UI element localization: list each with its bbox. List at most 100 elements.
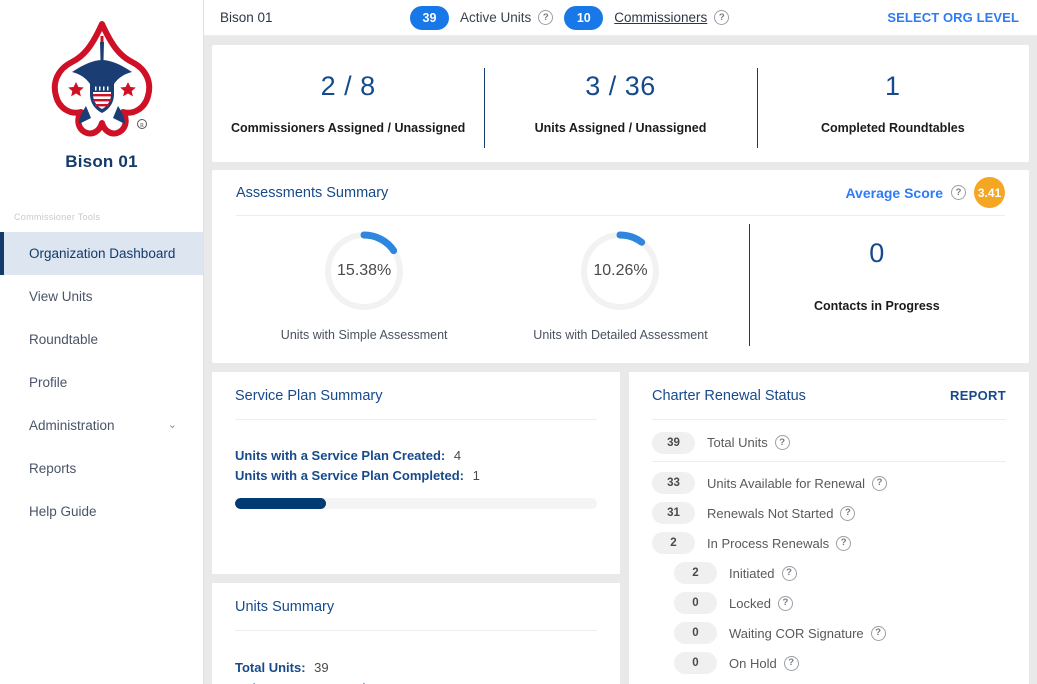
stats-summary-card: 2 / 8 Commissioners Assigned / Unassigne… (212, 45, 1029, 162)
charter-renewal-header: Charter Renewal Status REPORT (652, 372, 1006, 420)
help-icon[interactable]: ? (840, 505, 856, 521)
stat-value: 3 / 36 (585, 70, 656, 101)
count-badge: 0 (674, 592, 717, 614)
contacts-value: 0 (869, 238, 885, 268)
charter-row-label-group: Waiting COR Signature ? (729, 625, 886, 641)
charter-row-label-group: Total Units ? (707, 435, 790, 450)
charter-row-label: Units Available for Renewal (707, 475, 866, 491)
units-total-value: 39 (314, 660, 329, 675)
topbar: Bison 01 39 Active Units ? 10 Commission… (204, 0, 1037, 36)
count-badge: 39 (652, 431, 695, 454)
sidebar-item-label: Profile (29, 375, 68, 390)
assessments-header: Assessments Summary Average Score ? 3.41 (236, 170, 1005, 216)
help-icon[interactable]: ? (951, 185, 966, 200)
sidebar-item-view-units[interactable]: View Units (0, 275, 203, 318)
count-badge: 0 (674, 622, 717, 644)
sidebar: R Bison 01 Commissioner Tools Organizati… (0, 0, 204, 684)
commissioners-link[interactable]: Commissioners (614, 10, 707, 25)
donut-value: 15.38% (337, 262, 392, 279)
stat-units-assigned: 3 / 36 Units Assigned / Unassigned (484, 66, 756, 148)
charter-row-label: Locked (729, 595, 771, 611)
commissioners-count-badge[interactable]: 10 (564, 5, 604, 30)
assessments-body: 15.38% Units with Simple Assessment 10.2… (236, 216, 1005, 346)
help-icon[interactable]: ? (777, 595, 793, 611)
left-column: Service Plan Summary Units with a Servic… (212, 372, 620, 684)
help-icon[interactable]: ? (836, 535, 852, 551)
units-total-row: Total Units: 39 (235, 657, 597, 678)
charter-row-on-hold: 0 On Hold ? (652, 648, 1006, 678)
charter-row-label: On Hold (729, 655, 777, 671)
sidebar-item-label: Roundtable (29, 332, 99, 347)
charter-row-label-group: Locked ? (729, 595, 793, 611)
donut-simple-assessment: 15.38% Units with Simple Assessment (236, 228, 492, 342)
stat-caption: Commissioners Assigned / Unassigned (231, 121, 466, 136)
active-units-count-badge[interactable]: 39 (410, 5, 449, 30)
count-badge: 2 (652, 532, 695, 554)
service-plan-header: Service Plan Summary (235, 372, 597, 420)
units-summary-lines: Total Units: 39 Units NOT Contacted: 33 (235, 631, 597, 684)
charter-row-label-group: Renewals Not Started ? (707, 505, 856, 521)
stat-caption: Units Assigned / Unassigned (534, 121, 707, 136)
help-icon[interactable]: ? (714, 10, 730, 25)
help-icon[interactable]: ? (783, 655, 799, 671)
service-plan-progress-fill (235, 498, 326, 509)
charter-row-initiated: 2 Initiated ? (652, 558, 1006, 588)
units-summary-panel: Units Summary Total Units: 39 Units NOT … (212, 583, 620, 684)
sidebar-item-organization-dashboard[interactable]: Organization Dashboard (0, 232, 203, 275)
charter-row-units-available-for-renewal: 33 Units Available for Renewal ? (652, 468, 1006, 498)
right-column: Charter Renewal Status REPORT 39 Total U… (629, 372, 1029, 684)
charter-row-label: Renewals Not Started (707, 505, 834, 521)
sidebar-item-help-guide[interactable]: Help Guide (0, 490, 203, 533)
service-plan-completed-value: 1 (472, 468, 480, 483)
charter-renewal-status-panel: Charter Renewal Status REPORT 39 Total U… (629, 372, 1029, 684)
units-not-contacted-row: Units NOT Contacted: 33 (235, 678, 597, 684)
average-score-badge: 3.41 (974, 177, 1005, 208)
report-button[interactable]: REPORT (950, 388, 1006, 403)
count-badge: 31 (652, 502, 695, 524)
chevron-down-icon: ⌄ (167, 418, 177, 431)
contacts-caption: Contacts in Progress (813, 299, 940, 313)
sidebar-item-label: Organization Dashboard (29, 246, 176, 261)
stat-caption: Completed Roundtables (820, 121, 965, 136)
count-badge: 0 (674, 652, 717, 674)
sidebar-item-label: View Units (29, 289, 93, 304)
average-score-label: Average Score (845, 184, 943, 201)
charter-row-label-group: Units Available for Renewal ? (707, 475, 888, 491)
sidebar-item-roundtable[interactable]: Roundtable (0, 318, 203, 361)
sidebar-item-reports[interactable]: Reports (0, 447, 203, 490)
charter-row-waiting-cor-signature: 0 Waiting COR Signature ? (652, 618, 1006, 648)
assessments-summary-card: Assessments Summary Average Score ? 3.41… (212, 170, 1029, 363)
select-org-level-button[interactable]: SELECT ORG LEVEL (887, 10, 1019, 25)
topbar-org-name: Bison 01 (220, 10, 273, 25)
help-icon[interactable]: ? (872, 475, 888, 491)
help-icon[interactable]: ? (781, 565, 797, 581)
charter-row-renewals-not-started: 31 Renewals Not Started ? (652, 498, 1006, 528)
donut-caption: Units with Simple Assessment (280, 328, 448, 342)
charter-row-label: Initiated (729, 565, 775, 581)
service-plan-summary-panel: Service Plan Summary Units with a Servic… (212, 372, 620, 574)
help-icon[interactable]: ? (538, 10, 554, 25)
sidebar-item-profile[interactable]: Profile (0, 361, 203, 404)
active-units-label: Active Units (460, 10, 532, 25)
sidebar-item-administration[interactable]: Administration ⌄ (0, 404, 203, 447)
charter-row-locked: 0 Locked ? (652, 588, 1006, 618)
service-plan-created-label: Units with a Service Plan Created: (235, 448, 446, 463)
units-summary-title: Units Summary (235, 598, 335, 615)
charter-renewal-title: Charter Renewal Status (652, 387, 806, 404)
help-icon[interactable]: ? (774, 435, 790, 450)
stat-commissioners-assigned: 2 / 8 Commissioners Assigned / Unassigne… (212, 66, 484, 142)
sidebar-item-label: Reports (29, 461, 77, 476)
bottom-panels: Service Plan Summary Units with a Servic… (212, 372, 1029, 684)
sidebar-org-name: Bison 01 (65, 152, 138, 171)
service-plan-completed-label: Units with a Service Plan Completed: (235, 468, 464, 483)
service-plan-created-value: 4 (453, 448, 462, 463)
svg-text:R: R (139, 123, 143, 129)
charter-row-in-process-renewals: 2 In Process Renewals ? (652, 528, 1006, 558)
assessments-title: Assessments Summary (236, 184, 389, 201)
service-plan-progress-bar (235, 498, 597, 509)
sidebar-nav: Organization Dashboard View Units Roundt… (0, 232, 203, 533)
sidebar-item-label: Help Guide (29, 504, 97, 519)
help-icon[interactable]: ? (870, 625, 886, 641)
service-plan-title: Service Plan Summary (235, 387, 383, 404)
units-summary-header: Units Summary (235, 583, 597, 631)
